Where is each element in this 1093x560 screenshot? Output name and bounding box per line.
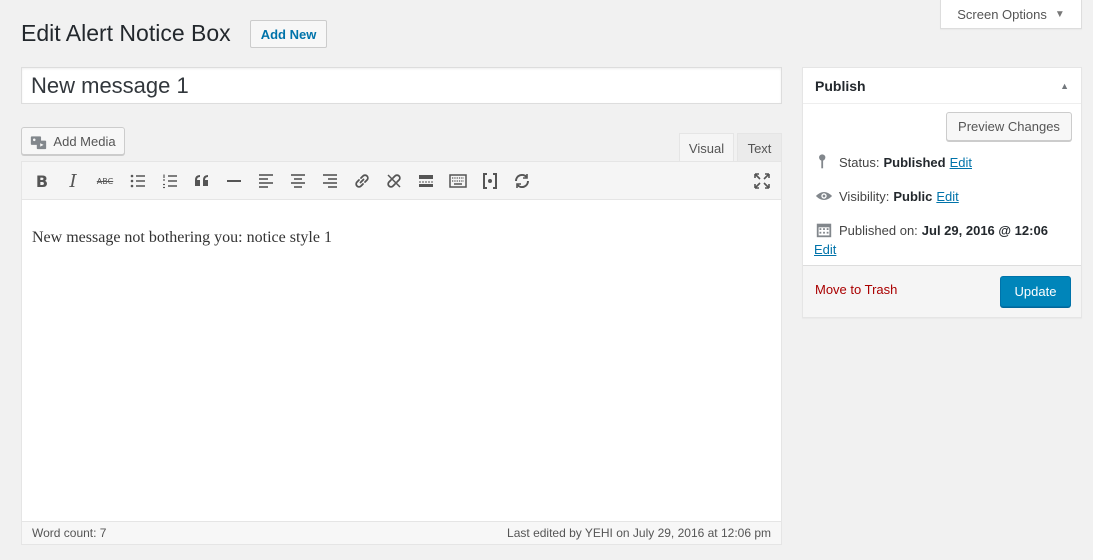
insert-link-button[interactable] bbox=[348, 167, 376, 195]
status-label: Status: bbox=[839, 154, 880, 170]
refresh-icon bbox=[514, 173, 530, 189]
align-center-button[interactable] bbox=[284, 167, 312, 195]
keyboard-icon bbox=[449, 174, 467, 188]
numbered-list-button[interactable] bbox=[156, 167, 184, 195]
add-media-button[interactable]: Add Media bbox=[21, 127, 125, 155]
publish-header[interactable]: Publish ▲ bbox=[803, 68, 1081, 104]
fullscreen-button[interactable] bbox=[748, 167, 776, 195]
pin-icon bbox=[819, 154, 826, 169]
tab-text[interactable]: Text bbox=[737, 133, 782, 162]
unlink-icon bbox=[387, 174, 401, 188]
publish-box: Publish ▲ Preview Changes Status: Publis… bbox=[802, 67, 1082, 318]
edit-visibility-link[interactable]: Edit bbox=[936, 189, 958, 204]
remove-link-button[interactable] bbox=[380, 167, 408, 195]
publish-title: Publish bbox=[815, 77, 866, 94]
tab-visual[interactable]: Visual bbox=[679, 133, 734, 162]
horizontal-line-button[interactable] bbox=[220, 167, 248, 195]
post-editor: B I ABC New message not bothering you: n… bbox=[21, 161, 782, 545]
post-title-input[interactable] bbox=[21, 67, 782, 104]
eye-icon bbox=[815, 191, 833, 201]
align-left-button[interactable] bbox=[252, 167, 280, 195]
toolbar-toggle-button[interactable] bbox=[444, 167, 472, 195]
status-row: Status: Published Edit bbox=[815, 153, 972, 171]
last-edited: Last edited by YEHI on July 29, 2016 at … bbox=[507, 526, 771, 540]
bulleted-list-icon bbox=[130, 174, 145, 188]
visibility-value: Public bbox=[893, 188, 933, 204]
caret-up-icon[interactable]: ▲ bbox=[1060, 81, 1069, 91]
quote-icon bbox=[195, 175, 208, 186]
word-count: Word count: 7 bbox=[32, 526, 107, 540]
published-on-value: Jul 29, 2016 @ 12:06 bbox=[921, 222, 1048, 238]
numbered-list-icon bbox=[163, 174, 177, 189]
edit-status-link[interactable]: Edit bbox=[950, 155, 972, 170]
published-on-row: Published on: Jul 29, 2016 @ 12:06 bbox=[815, 221, 1048, 239]
editor-content[interactable]: New message not bothering you: notice st… bbox=[22, 200, 781, 521]
italic-icon: I bbox=[69, 170, 77, 192]
strikethrough-icon: ABC bbox=[96, 176, 114, 186]
bold-icon: B bbox=[35, 171, 49, 191]
preview-changes-button[interactable]: Preview Changes bbox=[946, 112, 1072, 141]
strikethrough-button[interactable]: ABC bbox=[91, 167, 119, 195]
shortcode-button[interactable] bbox=[476, 167, 504, 195]
visibility-label: Visibility: bbox=[839, 188, 890, 204]
align-right-icon bbox=[323, 174, 337, 188]
blockquote-button[interactable] bbox=[188, 167, 216, 195]
calendar-icon bbox=[816, 223, 832, 238]
add-new-button[interactable]: Add New bbox=[250, 20, 327, 48]
page-title: Edit Alert Notice Box bbox=[21, 20, 231, 46]
link-icon bbox=[355, 174, 369, 188]
italic-button[interactable]: I bbox=[59, 167, 87, 195]
shortcode-icon bbox=[483, 173, 497, 189]
align-left-icon bbox=[259, 174, 273, 188]
screen-options-label: Screen Options bbox=[957, 6, 1047, 22]
insert-read-more-button[interactable] bbox=[412, 167, 440, 195]
editor-toolbar: B I ABC bbox=[22, 162, 781, 200]
update-button[interactable]: Update bbox=[1000, 276, 1071, 307]
visibility-row: Visibility: Public Edit bbox=[815, 187, 959, 205]
caret-down-icon: ▼ bbox=[1054, 8, 1065, 20]
editor-statusbar: Word count: 7 Last edited by YEHI on Jul… bbox=[22, 521, 781, 544]
move-to-trash-link[interactable]: Move to Trash bbox=[815, 282, 897, 297]
screen-options-toggle[interactable]: Screen Options ▼ bbox=[940, 0, 1082, 29]
edit-date-link[interactable]: Edit bbox=[814, 242, 836, 257]
refresh-button[interactable] bbox=[508, 167, 536, 195]
published-on-label: Published on: bbox=[839, 222, 918, 238]
publish-actions: Move to Trash Update bbox=[803, 265, 1081, 317]
expand-icon bbox=[754, 173, 770, 189]
media-icon bbox=[31, 135, 47, 149]
read-more-icon bbox=[419, 175, 433, 187]
status-value: Published bbox=[883, 154, 946, 170]
align-center-icon bbox=[291, 174, 305, 188]
add-media-label: Add Media bbox=[53, 133, 116, 149]
bold-button[interactable]: B bbox=[28, 167, 56, 195]
align-right-button[interactable] bbox=[316, 167, 344, 195]
horizontal-line-icon bbox=[227, 180, 241, 182]
bulleted-list-button[interactable] bbox=[124, 167, 152, 195]
